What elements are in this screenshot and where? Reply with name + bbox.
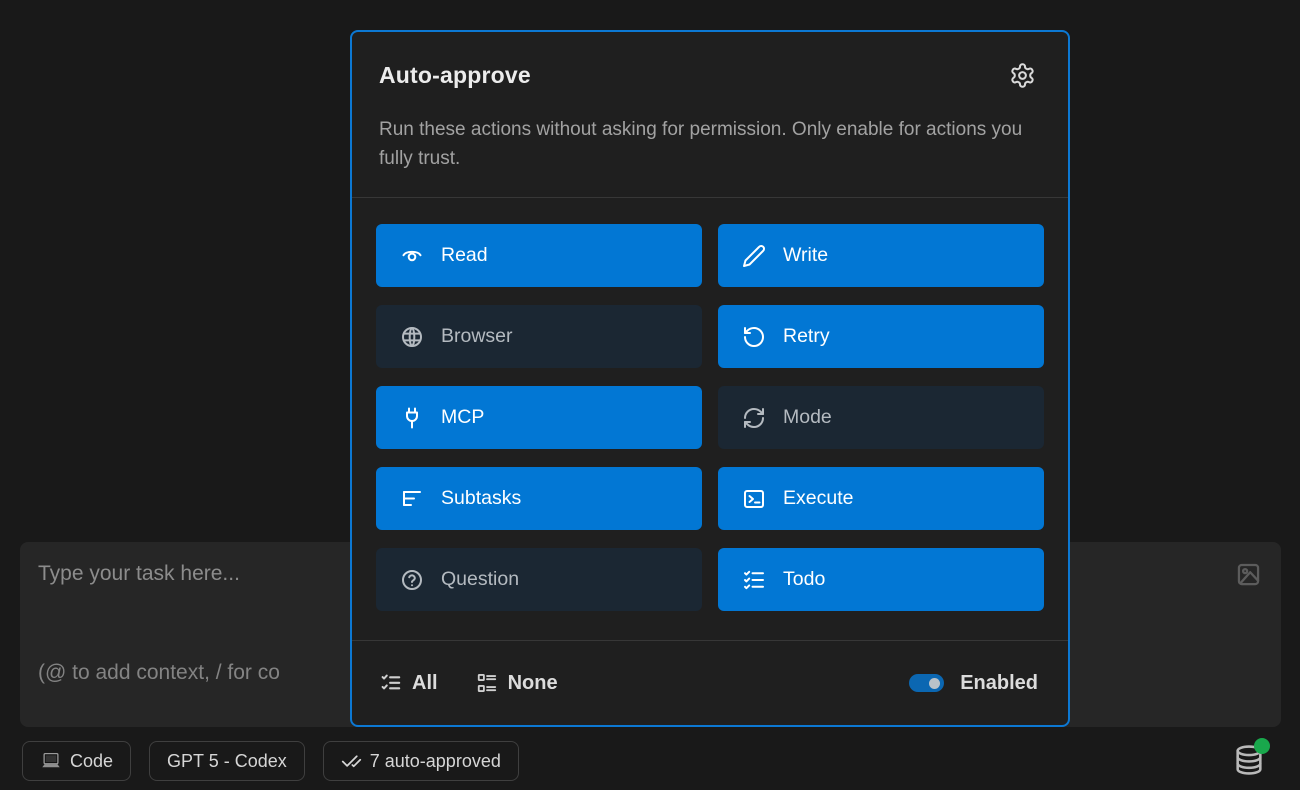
action-todo[interactable]: Todo — [718, 548, 1044, 611]
task-input-context-hint: (@ to add context, / for co — [38, 661, 280, 685]
action-label: Subtasks — [441, 487, 521, 510]
action-label: Question — [441, 568, 519, 591]
action-label: Browser — [441, 325, 513, 348]
modal-title: Auto-approve — [379, 62, 531, 89]
action-write[interactable]: Write — [718, 224, 1044, 287]
question-icon — [400, 568, 424, 592]
modal-header: Auto-approve Run these actions without a… — [352, 32, 1068, 198]
mode-selector-button[interactable]: Code — [22, 741, 131, 781]
retry-icon — [742, 325, 766, 349]
toggle-knob — [929, 678, 940, 689]
action-mode[interactable]: Mode — [718, 386, 1044, 449]
pencil-icon — [742, 244, 766, 268]
action-read[interactable]: Read — [376, 224, 702, 287]
globe-icon — [400, 325, 424, 349]
action-label: Todo — [783, 568, 825, 591]
select-all-button[interactable]: All — [380, 672, 438, 695]
gear-icon[interactable] — [1009, 62, 1036, 89]
enabled-label: Enabled — [960, 672, 1038, 695]
action-mcp[interactable]: MCP — [376, 386, 702, 449]
check-list-icon — [380, 672, 402, 694]
action-question[interactable]: Question — [376, 548, 702, 611]
modal-description: Run these actions without asking for per… — [379, 115, 1029, 173]
auto-approved-button[interactable]: 7 auto-approved — [323, 741, 519, 781]
action-retry[interactable]: Retry — [718, 305, 1044, 368]
modal-footer: All None Enabled — [352, 640, 1068, 725]
double-check-icon — [341, 751, 362, 772]
status-bar: Code GPT 5 - Codex 7 auto-approved — [22, 741, 519, 781]
checklist-icon — [742, 568, 766, 592]
toggle-track[interactable] — [909, 674, 944, 692]
action-execute[interactable]: Execute — [718, 467, 1044, 530]
select-none-label: None — [508, 672, 558, 695]
plug-icon — [400, 406, 424, 430]
sync-icon — [742, 406, 766, 430]
history-database-button[interactable] — [1232, 743, 1266, 777]
auto-approved-label: 7 auto-approved — [370, 751, 501, 772]
action-label: Mode — [783, 406, 832, 429]
model-selector-button[interactable]: GPT 5 - Codex — [149, 741, 305, 781]
eye-icon — [400, 244, 424, 268]
empty-list-icon — [476, 672, 498, 694]
action-label: Retry — [783, 325, 830, 348]
terminal-icon — [742, 487, 766, 511]
action-label: Execute — [783, 487, 853, 510]
auto-approve-modal: Auto-approve Run these actions without a… — [350, 30, 1070, 727]
status-dot — [1254, 738, 1270, 754]
select-none-button[interactable]: None — [476, 672, 558, 695]
task-input-placeholder: Type your task here... — [38, 562, 240, 586]
auto-approve-enabled-toggle[interactable]: Enabled — [909, 672, 1038, 695]
image-icon[interactable] — [1235, 561, 1262, 588]
mode-selector-label: Code — [70, 751, 113, 772]
model-selector-label: GPT 5 - Codex — [167, 751, 287, 772]
list-tree-icon — [400, 487, 424, 511]
laptop-icon — [40, 750, 62, 772]
action-label: MCP — [441, 406, 484, 429]
auto-approve-grid: Read Write Browser — [352, 198, 1068, 637]
action-subtasks[interactable]: Subtasks — [376, 467, 702, 530]
action-label: Write — [783, 244, 828, 267]
select-all-label: All — [412, 672, 438, 695]
action-label: Read — [441, 244, 488, 267]
action-browser[interactable]: Browser — [376, 305, 702, 368]
